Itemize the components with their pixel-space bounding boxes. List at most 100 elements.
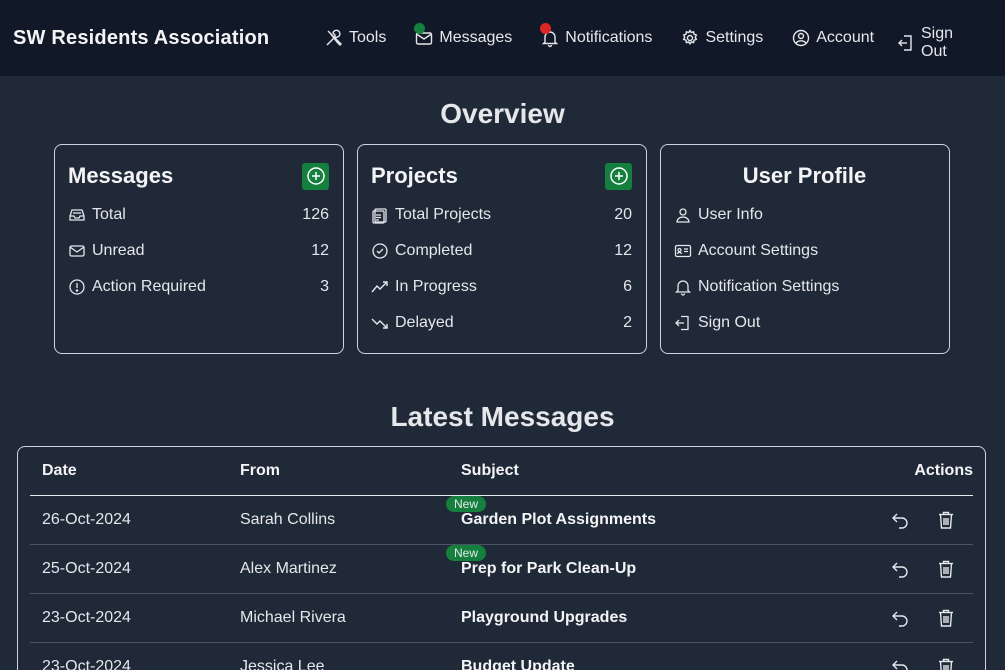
new-badge: New (446, 496, 487, 512)
nav-tools[interactable]: Tools (324, 28, 386, 48)
sign-out-icon (896, 33, 916, 53)
nav-messages[interactable]: Messages (414, 23, 513, 48)
profile-link-label: Account Settings (698, 242, 819, 259)
message-date: 25-Oct-2024 (42, 560, 131, 577)
stat-row: Unread 12 (68, 233, 329, 269)
message-sender: Michael Rivera (240, 609, 346, 626)
table-body: New 26-Oct-2024 Sarah Collins Garden Plo… (30, 496, 973, 670)
row-actions (889, 607, 957, 629)
stat-value: 6 (623, 278, 632, 295)
stat-value: 2 (623, 314, 632, 331)
reply-button[interactable] (889, 607, 911, 629)
trash-icon (939, 511, 953, 529)
nav-tools-label: Tools (349, 29, 387, 46)
delete-button[interactable] (935, 607, 957, 629)
nav-account[interactable]: Account (791, 28, 874, 48)
envelope-icon (68, 242, 86, 260)
nav-settings[interactable]: Settings (680, 28, 763, 48)
stat-row: Completed 12 (371, 233, 632, 269)
profile-link-account-settings[interactable]: Account Settings (674, 233, 935, 269)
table-row[interactable]: 23-Oct-2024 Michael Rivera Playground Up… (30, 594, 973, 643)
user-profile-title: User Profile (742, 163, 867, 188)
table-row[interactable]: New 26-Oct-2024 Sarah Collins Garden Plo… (30, 496, 973, 545)
reply-button[interactable] (889, 509, 911, 531)
col-header-from[interactable]: From (240, 462, 280, 480)
stat-row: Total Projects 20 (371, 197, 632, 233)
stat-row: Action Required 3 (68, 269, 329, 305)
plus-circle-icon (306, 167, 325, 185)
stat-value: 12 (311, 242, 329, 259)
row-actions (889, 656, 957, 670)
inbox-icon (68, 206, 86, 224)
brand-title[interactable]: SW Residents Association (13, 27, 269, 50)
new-badge: New (446, 545, 487, 561)
clipboard-icon (371, 206, 389, 224)
profile-link-user-info[interactable]: User Info (674, 197, 935, 233)
stat-label: Completed (395, 242, 473, 259)
top-navbar: SW Residents Association Tools Messages … (0, 0, 1005, 76)
stat-value: 3 (320, 278, 329, 295)
message-subject[interactable]: Playground Upgrades (461, 609, 627, 627)
profile-link-notification-settings[interactable]: Notification Settings (674, 269, 935, 305)
row-actions (889, 558, 957, 580)
projects-card: Projects Total Projects 20 Completed 12 … (357, 144, 647, 354)
trash-icon (939, 560, 953, 578)
stat-label: Total (92, 206, 126, 223)
table-header: Date From Subject Actions (30, 447, 973, 496)
delete-button[interactable] (935, 656, 957, 670)
nav-signout-label: Sign Out (921, 25, 954, 60)
nav-settings-label: Settings (705, 29, 764, 46)
messages-card-title: Messages (68, 163, 174, 188)
tools-icon (324, 28, 344, 48)
profile-link-label: User Info (698, 206, 763, 223)
message-subject[interactable]: Budget Update (461, 658, 575, 670)
messages-table: Date From Subject Actions New 26-Oct-202… (17, 446, 986, 670)
stat-row: In Progress 6 (371, 269, 632, 305)
col-header-date[interactable]: Date (42, 462, 77, 480)
trash-icon (939, 609, 953, 627)
reply-icon (892, 660, 908, 670)
delete-button[interactable] (935, 558, 957, 580)
col-header-subject[interactable]: Subject (461, 462, 519, 480)
table-row[interactable]: New 25-Oct-2024 Alex Martinez Prep for P… (30, 545, 973, 594)
stat-label: In Progress (395, 278, 477, 295)
id-card-icon (674, 242, 692, 260)
stat-label: Unread (92, 242, 145, 259)
check-circle-icon (371, 242, 389, 260)
overview-title: Overview (440, 98, 565, 129)
reply-button[interactable] (889, 656, 911, 670)
message-date: 26-Oct-2024 (42, 511, 131, 528)
nav-signout[interactable]: Sign Out (896, 25, 977, 61)
add-project-button[interactable] (605, 162, 632, 190)
stat-row: Delayed 2 (371, 305, 632, 341)
profile-link-sign-out[interactable]: Sign Out (674, 305, 935, 341)
delete-button[interactable] (935, 509, 957, 531)
nav-messages-label: Messages (439, 29, 513, 46)
col-header-actions: Actions (914, 462, 973, 479)
row-actions (889, 509, 957, 531)
overview-cards: Messages Total 126 Unread 12 Action Requ… (54, 144, 950, 354)
stat-row: Total 126 (68, 197, 329, 233)
nav-notifications-label: Notifications (565, 29, 653, 46)
stat-value: 126 (302, 206, 329, 223)
stat-label: Action Required (92, 278, 206, 295)
nav-links: Tools Messages Notifications Settings Ac… (324, 0, 902, 76)
message-subject[interactable]: Garden Plot Assignments (461, 511, 656, 529)
stat-value: 12 (614, 242, 632, 259)
reply-button[interactable] (889, 558, 911, 580)
user-profile-card: User Profile User Info Account Settings … (660, 144, 950, 354)
profile-link-label: Sign Out (698, 314, 761, 331)
trend-down-icon (371, 314, 389, 332)
plus-circle-icon (609, 167, 628, 185)
user-circle-icon (791, 28, 811, 48)
person-icon (674, 206, 692, 224)
sign-out-icon (674, 314, 692, 332)
message-sender: Jessica Lee (240, 658, 325, 670)
message-sender: Sarah Collins (240, 511, 336, 528)
add-message-button[interactable] (302, 162, 329, 190)
projects-card-title: Projects (371, 163, 458, 188)
nav-notifications[interactable]: Notifications (540, 23, 653, 48)
message-subject[interactable]: Prep for Park Clean-Up (461, 560, 636, 578)
table-row[interactable]: 23-Oct-2024 Jessica Lee Budget Update (30, 643, 973, 670)
stat-label: Total Projects (395, 206, 492, 223)
